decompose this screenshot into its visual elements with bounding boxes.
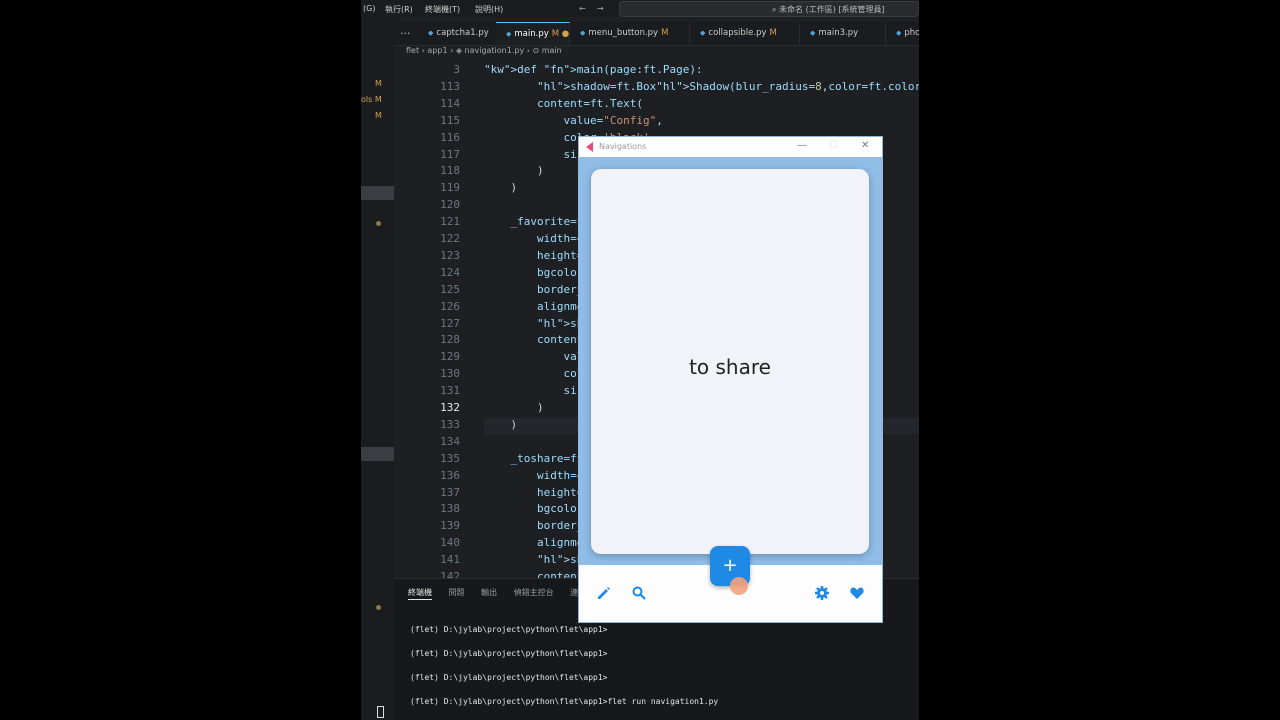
forward-arrow-icon[interactable]: → (597, 4, 604, 13)
line-number: 122 (440, 232, 460, 245)
line-number: 134 (440, 434, 460, 448)
line-number: 120 (440, 198, 460, 212)
line-number: 139 (440, 519, 460, 533)
code-line: ) (536, 401, 544, 414)
code-line: "kw">def "fn">main(page:ft.Page): (484, 63, 703, 76)
line-number: 3 (453, 63, 460, 76)
terminal-line: (flet) D:\jylab\project\python\flet\app1… (410, 697, 719, 706)
app-title-bar[interactable]: Navigations — ☐ ✕ (579, 137, 882, 157)
line-number: 127 (440, 316, 460, 330)
code-line: content=ft.Text( (484, 96, 643, 110)
line-number: 118 (440, 164, 460, 178)
line-number: 126 (440, 299, 460, 313)
search-icon: ⌕ (772, 5, 777, 14)
panel-tab-debug-console[interactable]: 偵錯主控台 (514, 588, 554, 597)
panel-tab-terminal[interactable]: 終端機 (408, 588, 432, 600)
content-card: to share (591, 169, 869, 554)
panel-tab-problems[interactable]: 問題 (449, 588, 465, 597)
line-number: 116 (440, 130, 460, 144)
menu-help[interactable]: 說明(H) (475, 4, 503, 15)
line-number: 132 (440, 401, 460, 414)
app-title: Navigations (599, 142, 647, 151)
line-number: 141 (440, 553, 460, 567)
tab-label: main.py (514, 29, 549, 39)
line-number: 123 (440, 248, 460, 262)
code-line: value="Config", (484, 113, 663, 127)
editor-tabs: ··· ◆ captcha1.py ◆ main.py M ● ◆ menu_butto… (394, 22, 919, 46)
line-number: 131 (440, 384, 460, 398)
search-icon[interactable] (631, 585, 647, 601)
modified-marker: M (375, 111, 382, 120)
tab-label: captcha1.py (436, 28, 489, 38)
line-number: 114 (440, 96, 460, 110)
click-ripple (730, 577, 748, 595)
line-number: 137 (440, 485, 460, 499)
code-line: ) (510, 181, 518, 195)
tab-badge: M (661, 28, 669, 38)
line-number: 113 (440, 79, 460, 93)
command-center-search[interactable]: ⌕ 未命名 (工作區) [系統管理員] (619, 1, 919, 17)
flet-app-window: Navigations — ☐ ✕ to share + (579, 137, 882, 622)
line-number: 124 (440, 265, 460, 279)
app-body: to share (579, 157, 882, 567)
modified-marker: ols M (361, 95, 382, 104)
tab-label: collapsible.py (708, 28, 767, 38)
back-arrow-icon[interactable]: ← (579, 4, 586, 13)
line-number: 136 (440, 468, 460, 482)
line-number: 121 (440, 215, 460, 229)
terminal-cursor (377, 706, 384, 718)
menu-go[interactable]: (G) (363, 4, 375, 13)
more-icon[interactable]: ··· (400, 27, 411, 40)
tab-collapsible[interactable]: ◆ collapsible.py M (690, 22, 800, 45)
line-number: 117 (440, 147, 460, 161)
tab-badge: M (769, 28, 777, 38)
terminal-line: (flet) D:\jylab\project\python\flet\app1… (410, 649, 608, 658)
tab-menu-button[interactable]: ◆ menu_button.py M (570, 22, 690, 45)
line-number: 115 (440, 113, 460, 127)
panel-tabs: 終端機 問題 輸出 偵錯主控台 連 (408, 587, 592, 600)
modified-marker: M (375, 79, 382, 88)
line-number: 119 (440, 181, 460, 195)
menu-terminal[interactable]: 終端機(T) (425, 4, 460, 15)
edit-icon[interactable] (596, 585, 612, 601)
tab-main3[interactable]: ◆ main3.py (800, 22, 886, 45)
breakpoint-dot (376, 605, 381, 610)
code-line: "hl">shadow=ft.Box"hl">Shadow(blur_radiu… (536, 79, 919, 93)
card-text: to share (689, 355, 771, 379)
line-number: 128 (440, 333, 460, 347)
code-line: ) (536, 164, 544, 178)
favorite-icon[interactable] (849, 585, 865, 601)
tab-pho[interactable]: ◆ pho (886, 22, 919, 45)
minimize-icon[interactable]: — (797, 140, 807, 151)
line-number: 135 (440, 451, 460, 465)
maximize-icon[interactable]: ☐ (829, 140, 838, 151)
explorer-selected-row[interactable] (361, 186, 394, 200)
line-number: 138 (440, 502, 460, 516)
settings-icon[interactable] (814, 585, 830, 601)
menu-bar: (G) 執行(R) 終端機(T) 說明(H) ← → ⌕ 未命名 (工作區) [… (361, 0, 919, 17)
line-number: 133 (440, 417, 460, 431)
tab-badge: M ● (551, 29, 570, 39)
close-icon[interactable]: ✕ (861, 140, 869, 151)
tab-label: pho (904, 28, 919, 38)
menu-run[interactable]: 執行(R) (385, 4, 413, 15)
breakpoint-dot (376, 221, 381, 226)
line-number: 129 (440, 350, 460, 364)
terminal-line: (flet) D:\jylab\project\python\flet\app1… (410, 625, 608, 634)
workspace-title: 未命名 (工作區) [系統管理員] (779, 5, 885, 14)
breadcrumb[interactable]: flet › app1 › ◈ navigation1.py › ⊙ main (406, 46, 562, 55)
explorer-selected-row[interactable] (361, 447, 394, 461)
code-line: ) (510, 417, 518, 431)
line-number: 130 (440, 367, 460, 381)
activity-bar: M ols M M (361, 17, 394, 720)
panel-tab-ports[interactable]: 連 (570, 588, 578, 597)
tab-label: menu_button.py (588, 28, 659, 38)
terminal-line: (flet) D:\jylab\project\python\flet\app1… (410, 673, 608, 682)
line-number: 140 (440, 536, 460, 550)
tab-main[interactable]: ◆ main.py M ● (496, 22, 570, 45)
panel-tab-output[interactable]: 輸出 (481, 588, 497, 597)
line-number: 125 (440, 282, 460, 296)
tab-label: main3.py (818, 28, 859, 38)
flet-logo-icon (586, 142, 593, 152)
